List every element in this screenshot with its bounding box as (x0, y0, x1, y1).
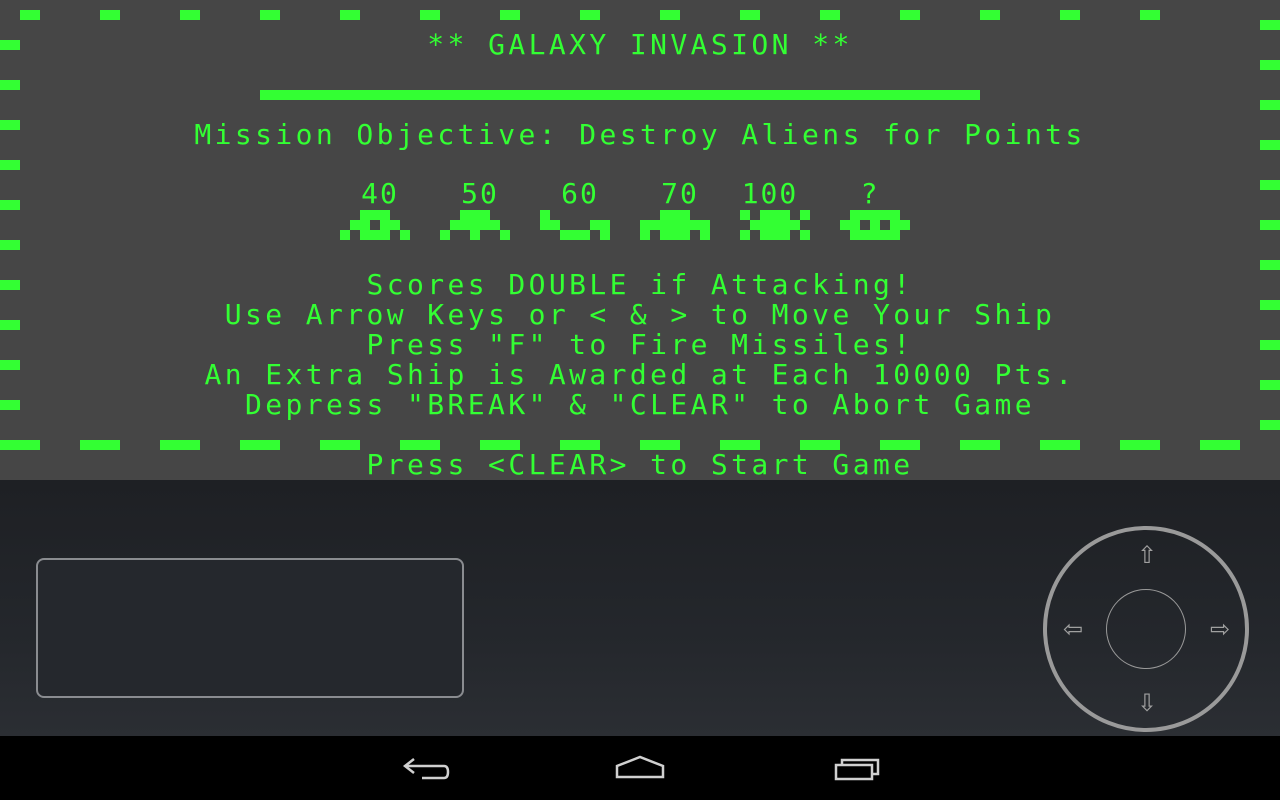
emulator-screen[interactable]: ** GALAXY INVASION ** Mission Objective:… (0, 0, 1280, 480)
score-value-3: 60 (561, 177, 599, 210)
border-dash (0, 240, 20, 250)
border-dash (0, 160, 20, 170)
border-dash (0, 200, 20, 210)
alien-70-icon (640, 210, 710, 240)
border-dash (900, 10, 920, 20)
border-dash (20, 10, 40, 20)
alien-100-icon (740, 210, 810, 240)
home-icon[interactable] (610, 748, 670, 788)
mission-objective: Mission Objective: Destroy Aliens for Po… (194, 118, 1086, 151)
arrow-right-icon[interactable]: ⇨ (1205, 617, 1235, 641)
alien-40-icon (340, 210, 410, 240)
border-dash (1040, 440, 1080, 450)
border-dash (500, 10, 520, 20)
alien-mystery-icon (840, 210, 910, 240)
instruction-line-3: Press "F" to Fire Missiles! (366, 328, 914, 361)
border-dash (980, 10, 1000, 20)
score-value-6: ? (860, 177, 880, 210)
border-dash (1140, 10, 1160, 20)
border-dash (1200, 440, 1240, 450)
border-dash (960, 440, 1000, 450)
border-dash (1260, 220, 1280, 230)
arrow-down-icon[interactable]: ⇩ (1132, 691, 1162, 715)
back-icon[interactable] (394, 748, 454, 788)
border-dash (180, 10, 200, 20)
border-dash (660, 10, 680, 20)
border-dash (420, 10, 440, 20)
border-dash (0, 440, 40, 450)
recent-apps-icon[interactable] (826, 748, 886, 788)
score-value-5: 100 (741, 177, 799, 210)
border-dash (100, 10, 120, 20)
border-dash (1060, 10, 1080, 20)
instruction-line-4: An Extra Ship is Awarded at Each 10000 P… (204, 358, 1076, 391)
title-underline (260, 90, 980, 100)
arrow-up-icon[interactable]: ⇧ (1132, 543, 1162, 567)
instruction-line-2: Use Arrow Keys or < & > to Move Your Shi… (224, 298, 1056, 331)
border-dash (820, 10, 840, 20)
border-dash (0, 80, 20, 90)
border-dash (1260, 180, 1280, 190)
border-dash (320, 440, 360, 450)
instruction-line-5: Depress "BREAK" & "CLEAR" to Abort Game (244, 388, 1036, 421)
arrow-left-icon[interactable]: ⇦ (1058, 617, 1088, 641)
instruction-line-1: Scores DOUBLE if Attacking! (366, 268, 914, 301)
score-value-1: 40 (361, 177, 399, 210)
border-dash (740, 10, 760, 20)
border-dash (80, 440, 120, 450)
alien-50-icon (440, 210, 510, 240)
border-dash (340, 10, 360, 20)
border-dash (1260, 20, 1280, 30)
border-dash (1260, 100, 1280, 110)
keyboard-touchpad[interactable] (36, 558, 464, 698)
border-dash (160, 440, 200, 450)
border-dash (1260, 420, 1280, 430)
joystick-center-knob[interactable] (1106, 589, 1186, 669)
border-dash (240, 440, 280, 450)
game-title: ** GALAXY INVASION ** (427, 28, 853, 61)
border-dash (260, 10, 280, 20)
score-value-2: 50 (461, 177, 499, 210)
border-dash (580, 10, 600, 20)
score-value-4: 70 (661, 177, 699, 210)
border-dash (1120, 440, 1160, 450)
start-prompt: Press <CLEAR> to Start Game (366, 448, 914, 480)
border-dash (1260, 260, 1280, 270)
alien-60-icon (540, 210, 610, 240)
border-dash (1260, 60, 1280, 70)
